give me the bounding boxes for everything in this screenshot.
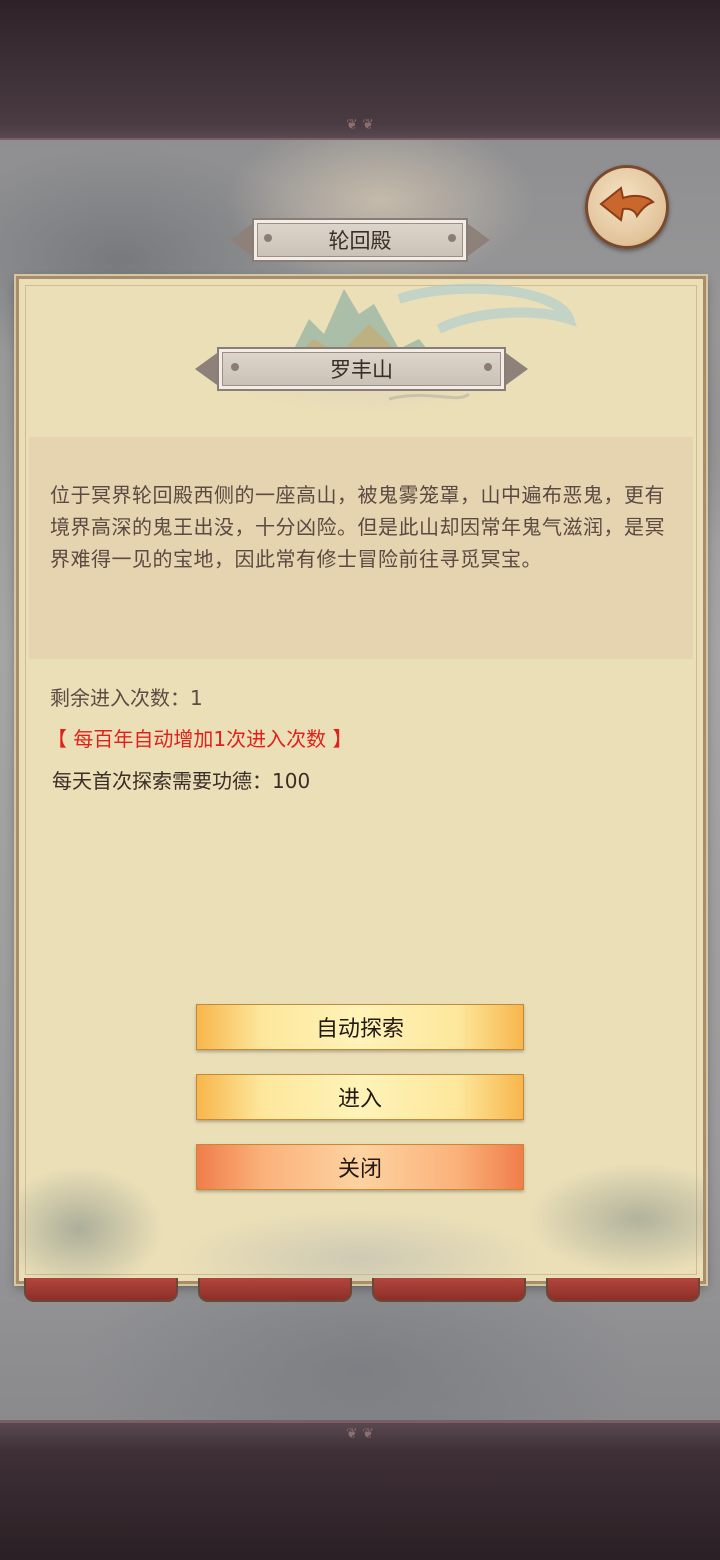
header-plaque: 轮回殿 bbox=[228, 218, 492, 262]
close-button[interactable]: 关闭 bbox=[196, 1144, 524, 1190]
plaque-dot bbox=[231, 363, 239, 371]
page-title: 轮回殿 bbox=[328, 229, 392, 253]
panel-tab bbox=[546, 1278, 700, 1302]
back-button[interactable] bbox=[585, 165, 669, 249]
location-panel: 罗丰山 位于冥界轮回殿西侧的一座高山，被鬼雾笼罩，山中遍布恶鬼，更有境界高深的鬼… bbox=[16, 276, 706, 1284]
frame-ornament-icon: ❦ ❦ bbox=[346, 1426, 374, 1442]
location-description: 位于冥界轮回殿西侧的一座高山，被鬼雾笼罩，山中遍布恶鬼，更有境界高深的鬼王出没，… bbox=[50, 483, 665, 571]
plaque-dot bbox=[448, 234, 456, 242]
auto-increase-note: 【 每百年自动增加1次进入次数 】 bbox=[47, 727, 353, 751]
back-arrow-icon bbox=[599, 186, 655, 222]
enter-button[interactable]: 进入 bbox=[196, 1074, 524, 1120]
remaining-entries: 剩余进入次数：1 bbox=[50, 686, 203, 710]
panel-tab bbox=[372, 1278, 526, 1302]
auto-explore-button[interactable]: 自动探索 bbox=[196, 1004, 524, 1050]
panel-tab bbox=[24, 1278, 178, 1302]
top-frame: ❦ ❦ bbox=[0, 0, 720, 141]
panel-fog-decoration bbox=[19, 1109, 703, 1281]
panel-tab bbox=[198, 1278, 352, 1302]
frame-ornament-icon: ❦ ❦ bbox=[346, 117, 374, 133]
plaque-dot bbox=[264, 234, 272, 242]
bottom-frame: ❦ ❦ bbox=[0, 1420, 720, 1560]
location-name: 罗丰山 bbox=[330, 358, 393, 382]
plaque-dot bbox=[484, 363, 492, 371]
daily-cost: 每天首次探索需要功德：100 bbox=[52, 769, 311, 793]
location-plaque: 罗丰山 bbox=[189, 347, 534, 391]
